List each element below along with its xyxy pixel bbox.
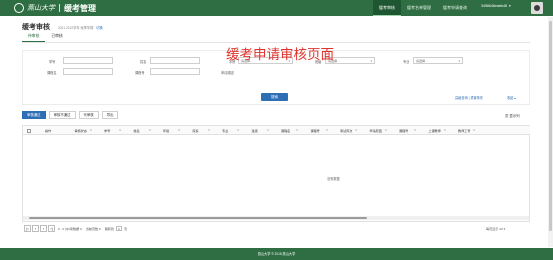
column-header[interactable]: 院系 xyxy=(193,128,199,133)
nav-item-list-management[interactable]: 缓考名单管理 xyxy=(401,0,437,16)
logo-text: 燕山大学 xyxy=(27,4,55,12)
sort-icon[interactable]: ⇅ xyxy=(473,128,475,132)
sort-icon[interactable]: ⇅ xyxy=(355,128,357,132)
sort-icon[interactable]: ⇅ xyxy=(149,128,151,132)
sort-icon[interactable]: ⇅ xyxy=(267,128,269,132)
sort-icon[interactable]: ⇅ xyxy=(385,128,387,132)
column-header[interactable]: 上课教师 xyxy=(429,128,441,133)
column-header[interactable]: 申请原因 xyxy=(370,128,382,133)
scrollbar-thumb[interactable] xyxy=(29,217,367,219)
last-page-button[interactable]: ›| xyxy=(48,225,55,232)
data-table xyxy=(22,125,530,222)
empty-message: 没有数据 xyxy=(327,177,340,181)
page-unit: 页 xyxy=(123,227,128,231)
sort-icon[interactable]: ⇅ xyxy=(296,128,298,132)
student-id-label: 学号 xyxy=(49,60,56,64)
column-header[interactable]: 操作 xyxy=(45,128,51,133)
columns-icon: ▦ xyxy=(505,114,509,118)
tab-pending[interactable]: 待审核 xyxy=(22,32,46,42)
column-header[interactable]: 课程号 xyxy=(311,128,320,133)
app-title: 缓考管理 xyxy=(64,3,96,13)
select-all-checkbox[interactable] xyxy=(27,128,31,133)
nav-item-application-query[interactable]: 缓考申请查询 xyxy=(437,0,473,16)
sort-icon[interactable]: ⇅ xyxy=(326,128,328,132)
name-label: 姓名 xyxy=(140,60,147,64)
column-header[interactable]: 考试周次 xyxy=(340,128,352,133)
course-name-input[interactable] xyxy=(63,68,113,75)
nav-item-review[interactable]: 缓考审核 xyxy=(373,0,401,16)
logo-divider xyxy=(59,4,60,12)
display-columns-label: 显示列 xyxy=(509,114,520,118)
pagination: |‹ ‹ › ›| 0 - 0 共0项数据 0 当前页数 0 跳转到 1 页 xyxy=(24,225,129,232)
top-nav: 缓考审核 缓考名单管理 缓考申请查询 xyxy=(373,0,473,16)
approve-button[interactable]: 审核通过 xyxy=(22,111,46,119)
advanced-query-link[interactable]: 高级查询 | 重置条件 xyxy=(455,95,483,100)
column-header[interactable]: 年级 xyxy=(163,128,169,133)
sort-icon[interactable]: ⇅ xyxy=(208,128,210,132)
major-label: 专业 xyxy=(403,60,410,64)
table-header xyxy=(23,126,530,135)
major-select[interactable]: 请选择... xyxy=(413,57,463,65)
switch-term-link[interactable]: 切换 xyxy=(96,25,102,30)
column-header[interactable]: 课程号 xyxy=(399,128,408,133)
page-size-value: 20 xyxy=(499,227,503,231)
footer: 燕山大学 © 2018 燕山大学 xyxy=(0,248,553,260)
scrollbar-thumb[interactable] xyxy=(549,21,552,231)
reason-label: 申请原因 xyxy=(221,71,234,75)
next-page-button[interactable]: › xyxy=(40,225,47,232)
column-header[interactable]: 学号 xyxy=(104,128,110,133)
sort-icon[interactable]: ⇅ xyxy=(178,128,180,132)
column-header[interactable]: 班级 xyxy=(252,128,258,133)
column-header[interactable]: 姓名 xyxy=(134,128,140,133)
sort-icon[interactable]: ⇅ xyxy=(444,128,446,132)
chevron-down-icon: ▾ xyxy=(508,4,511,8)
column-header[interactable]: 教师工号 xyxy=(458,128,470,133)
course-name-label: 课程名 xyxy=(47,71,57,75)
page-size-label: 每页显示 xyxy=(486,227,499,231)
student-id-input[interactable] xyxy=(63,57,113,64)
term-label: 2021-2022学年 秋季学期 xyxy=(58,26,94,30)
sort-icon[interactable]: ⇅ xyxy=(237,128,239,132)
course-id-label: 课程号 xyxy=(135,71,145,75)
page-size-control[interactable]: 每页显示 20 ▾ xyxy=(486,226,505,231)
user-name: 3456646eabb48 xyxy=(481,4,507,8)
column-header[interactable]: 专业 xyxy=(222,128,228,133)
vertical-scrollbar[interactable] xyxy=(548,17,553,247)
review-tabs: 待审核 已审核 xyxy=(22,32,69,42)
action-toolbar: 审核通过 审核不通过 代审核 导出 xyxy=(22,111,121,119)
sort-icon[interactable]: ⇅ xyxy=(414,128,416,132)
proxy-review-button[interactable]: 代审核 xyxy=(78,111,99,119)
search-button[interactable]: 搜索 xyxy=(261,93,288,101)
reject-button[interactable]: 审核不通过 xyxy=(48,111,76,119)
tab-reviewed[interactable]: 已审核 xyxy=(45,32,68,42)
page-annotation: 缓考申请审核页面 xyxy=(226,47,334,63)
name-input[interactable] xyxy=(150,57,200,64)
chevron-down-icon: ▾ xyxy=(503,227,506,231)
column-header[interactable]: 课程名 xyxy=(281,128,290,133)
sort-icon[interactable]: ⇅ xyxy=(119,128,121,132)
export-button[interactable]: 导出 xyxy=(101,111,119,119)
prev-page-button[interactable]: ‹ xyxy=(32,225,39,232)
pager-current: 当前页数 0 xyxy=(85,227,101,231)
page-number-input[interactable]: 1 xyxy=(115,226,122,231)
column-header[interactable]: 审核状态 xyxy=(75,128,87,133)
display-columns-button[interactable]: ▦ 显示列 xyxy=(505,113,520,118)
page-title: 缓考审核 xyxy=(22,24,50,31)
pager-summary: 0 - 0 共0项数据 0 xyxy=(58,227,82,231)
collapse-link[interactable]: 收起 ▴ xyxy=(507,95,516,100)
first-page-button[interactable]: |‹ xyxy=(24,225,31,232)
avatar[interactable] xyxy=(531,2,543,14)
page-heading: 缓考审核 2021-2022学年 秋季学期 切换 xyxy=(22,22,103,32)
seal-icon xyxy=(14,3,24,13)
course-id-input[interactable] xyxy=(150,68,200,75)
university-logo[interactable]: 燕山大学 缓考管理 xyxy=(14,3,96,14)
goto-label: 跳转到 xyxy=(104,227,114,231)
horizontal-scrollbar[interactable] xyxy=(23,216,529,220)
sort-icon[interactable]: ⇅ xyxy=(90,128,92,132)
user-menu[interactable]: 3456646eabb48 ▾ xyxy=(481,4,511,8)
user-icon xyxy=(534,5,540,11)
